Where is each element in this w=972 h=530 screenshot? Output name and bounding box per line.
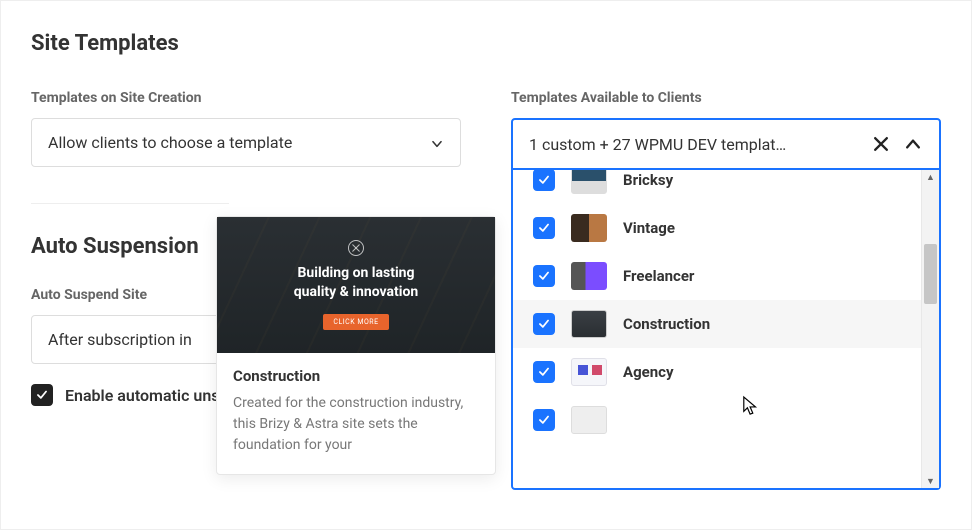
preview-title: Construction [233, 367, 479, 385]
template-name: Construction [623, 315, 710, 333]
templates-available-select[interactable]: 1 custom + 27 WPMU DEV templat… [511, 118, 941, 170]
preview-hero-line2: quality & innovation [294, 284, 418, 300]
template-name: Agency [623, 363, 674, 381]
templates-available-value: 1 custom + 27 WPMU DEV templat… [529, 135, 859, 154]
page-title: Site Templates [31, 31, 941, 56]
scroll-thumb[interactable] [924, 244, 937, 304]
templates-available-label: Templates Available to Clients [511, 90, 941, 106]
template-thumbnail [571, 262, 607, 290]
template-thumbnail [571, 170, 607, 194]
template-name: Freelancer [623, 267, 694, 285]
template-option[interactable]: Bricksy [513, 170, 921, 204]
template-option[interactable]: Freelancer [513, 252, 921, 300]
templates-dropdown-panel: Bricksy Vintage Freelancer Construction Agen… [511, 170, 941, 490]
template-checkbox[interactable] [533, 409, 555, 431]
templates-available-dropdown[interactable]: 1 custom + 27 WPMU DEV templat… BricksyV… [511, 118, 941, 170]
template-preview-card: Building on lastingquality & innovation … [216, 216, 496, 475]
cursor-icon [742, 395, 760, 421]
template-checkbox[interactable] [533, 361, 555, 383]
templates-creation-select[interactable]: Allow clients to choose a template [31, 118, 461, 167]
template-option[interactable]: Vintage [513, 204, 921, 252]
template-option[interactable]: Agency [513, 348, 921, 396]
template-checkbox[interactable] [533, 170, 555, 191]
scroll-down-icon[interactable]: ▼ [922, 474, 939, 488]
template-thumbnail [571, 358, 607, 386]
preview-hero-button: CLICK MORE [323, 314, 388, 330]
template-thumbnail [571, 406, 607, 434]
templates-creation-value: Allow clients to choose a template [48, 133, 292, 152]
templates-creation-label: Templates on Site Creation [31, 90, 461, 106]
template-option[interactable]: Construction [513, 300, 921, 348]
preview-description: Created for the construction industry, t… [233, 393, 479, 456]
template-name: Bricksy [623, 171, 673, 189]
preview-hero-line1: Building on lasting [297, 265, 414, 281]
auto-suspend-select[interactable]: After subscription in [31, 315, 231, 364]
close-icon [348, 240, 364, 256]
clear-icon[interactable] [871, 134, 891, 154]
divider [31, 203, 229, 204]
template-checkbox[interactable] [533, 265, 555, 287]
template-checkbox[interactable] [533, 217, 555, 239]
chevron-up-icon[interactable] [903, 134, 923, 154]
template-thumbnail [571, 214, 607, 242]
template-thumbnail [571, 310, 607, 338]
template-checkbox[interactable] [533, 313, 555, 335]
scrollbar[interactable]: ▲ ▼ [921, 170, 939, 488]
auto-unsuspend-checkbox[interactable] [31, 384, 53, 406]
preview-hero-image: Building on lastingquality & innovation … [217, 217, 495, 353]
template-option[interactable] [513, 396, 921, 444]
chevron-down-icon [430, 136, 444, 150]
scroll-up-icon[interactable]: ▲ [922, 170, 939, 184]
auto-suspend-value: After subscription in [48, 330, 192, 349]
template-name: Vintage [623, 219, 675, 237]
